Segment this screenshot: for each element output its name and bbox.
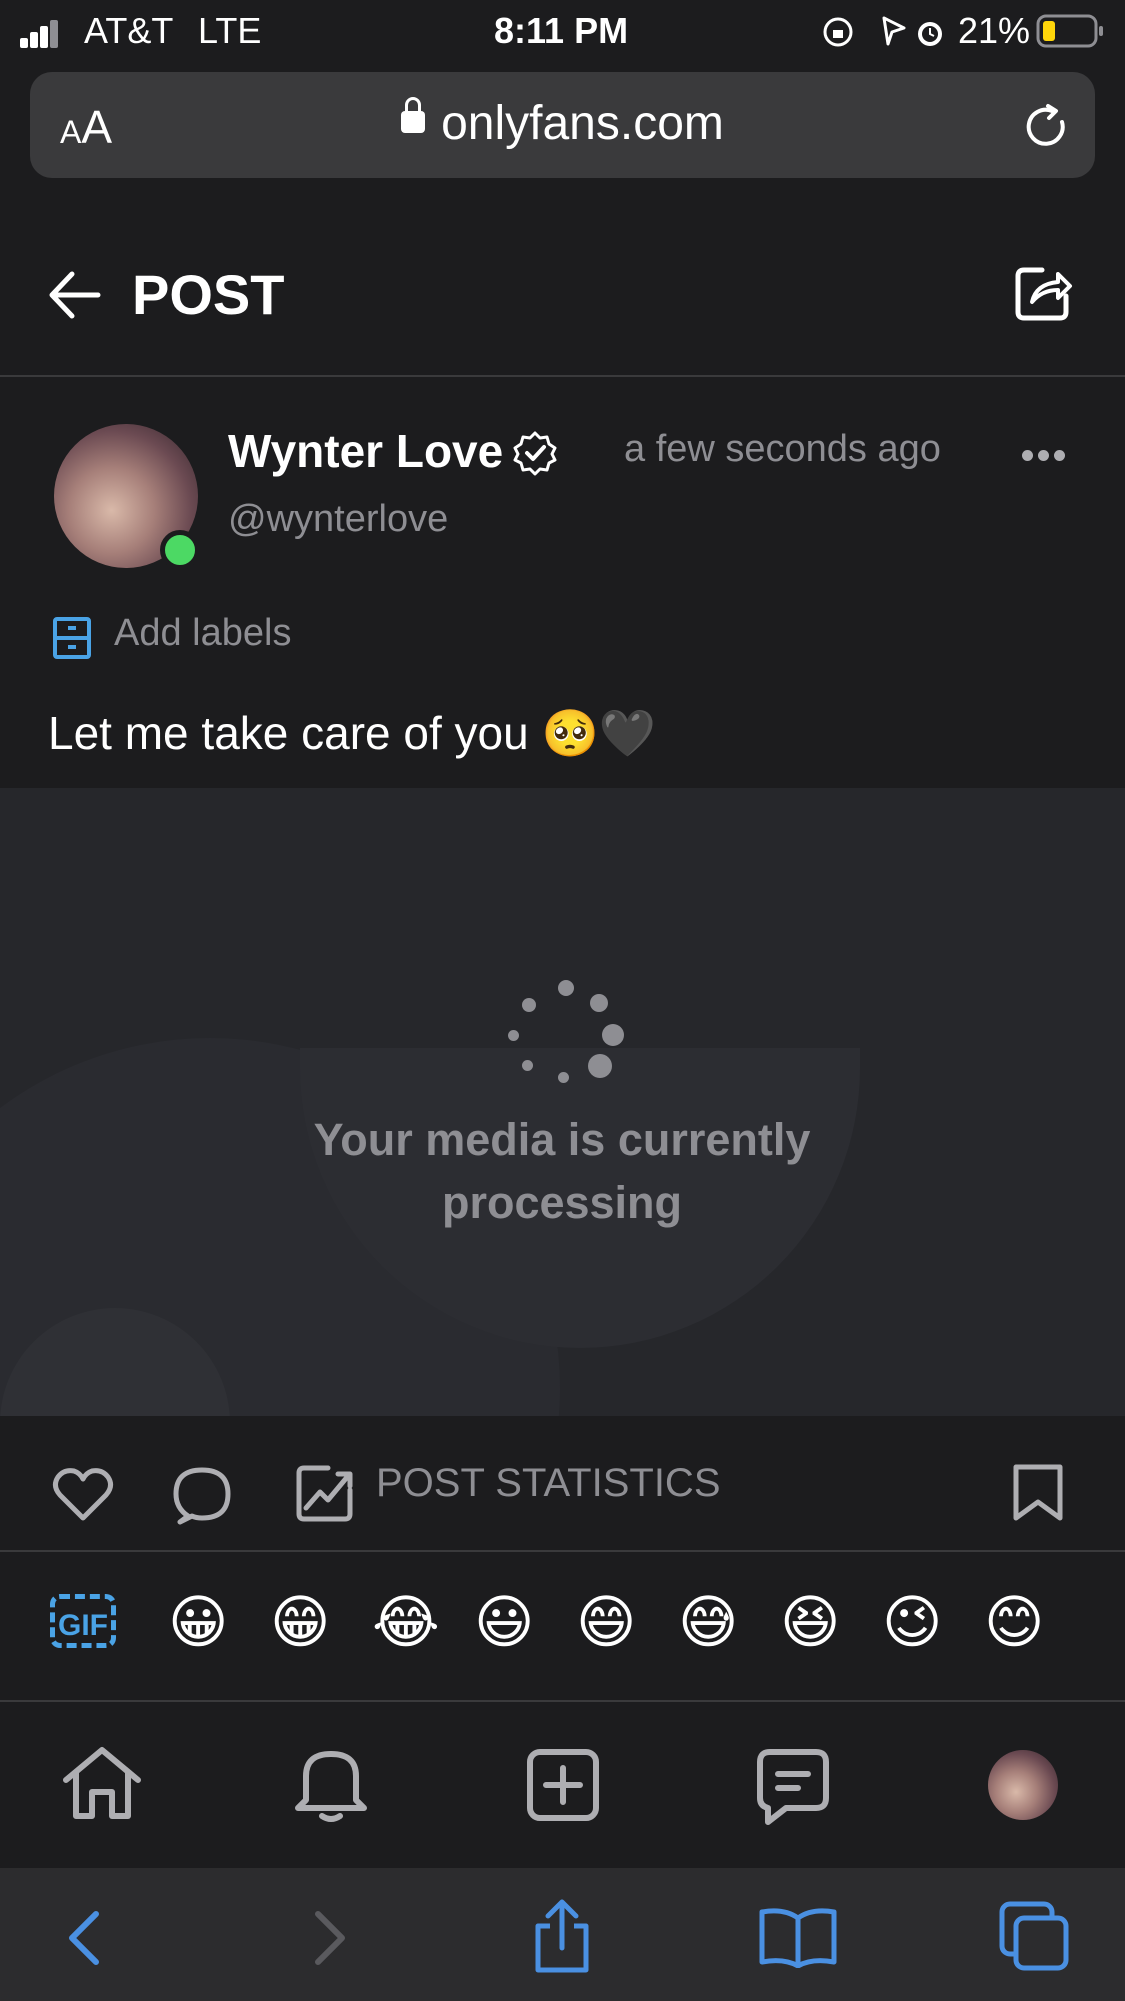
emoji-button[interactable]: 😄 xyxy=(576,1588,636,1656)
comment-icon[interactable] xyxy=(172,1464,232,1526)
add-labels-button[interactable]: Add labels xyxy=(114,612,291,655)
url-text: onlyfans.com xyxy=(441,97,724,150)
messages-icon[interactable] xyxy=(756,1748,830,1828)
notifications-bell-icon[interactable] xyxy=(292,1742,370,1824)
emoji-button[interactable]: 😀 xyxy=(168,1588,228,1656)
browser-toolbar xyxy=(0,1868,1125,2001)
battery-icon xyxy=(1036,14,1103,48)
like-heart-icon[interactable] xyxy=(52,1466,114,1522)
label-icon[interactable] xyxy=(52,616,92,660)
browser-back-icon[interactable] xyxy=(64,1908,104,1968)
status-bar: AT&T LTE 8:11 PM 21% xyxy=(0,0,1125,62)
battery-percent: 21% xyxy=(958,10,1031,51)
online-status-dot xyxy=(160,530,200,570)
emoji-button[interactable]: 😊 xyxy=(984,1588,1044,1656)
status-icons xyxy=(823,16,942,47)
address-bar[interactable]: AA onlyfans.com xyxy=(30,72,1095,178)
verified-badge-icon xyxy=(513,431,557,476)
profile-avatar[interactable] xyxy=(988,1750,1058,1820)
tabs-icon[interactable] xyxy=(998,1900,1070,1972)
quick-emoji-bar: GIF 😀 😁 😂 😃 😄 😅 😆 😉 😊 xyxy=(0,1552,1125,1702)
post-caption: Let me take care of you 🥺🖤 xyxy=(48,707,657,759)
page-header: POST xyxy=(0,210,1125,377)
add-post-icon[interactable] xyxy=(526,1748,600,1822)
url-display[interactable]: onlyfans.com xyxy=(30,96,1095,151)
page-title: POST xyxy=(132,263,285,326)
home-icon[interactable] xyxy=(60,1744,144,1822)
statistics-icon[interactable] xyxy=(294,1462,356,1524)
bottom-navigation xyxy=(0,1702,1125,1868)
post-timestamp: a few seconds ago xyxy=(624,428,941,470)
carrier-label: AT&T xyxy=(84,10,174,51)
author-handle[interactable]: @wynterlove xyxy=(228,498,448,541)
emoji-button[interactable]: 😅 xyxy=(678,1588,738,1656)
browser-forward-icon xyxy=(315,1911,345,1965)
bookmarks-book-icon[interactable] xyxy=(758,1906,838,1968)
signal-icon xyxy=(20,18,60,48)
gif-button[interactable]: GIF xyxy=(50,1594,116,1648)
browser-share-icon[interactable] xyxy=(528,1896,596,1976)
post-statistics-button[interactable]: POST STATISTICS xyxy=(376,1461,721,1506)
more-options-icon[interactable] xyxy=(1022,448,1070,466)
emoji-button[interactable]: 😁 xyxy=(270,1588,330,1656)
emoji-button[interactable]: 😆 xyxy=(780,1588,840,1656)
emoji-button[interactable]: 😃 xyxy=(474,1588,534,1656)
emoji-button[interactable]: 😂 xyxy=(372,1588,440,1656)
lock-icon xyxy=(401,97,426,134)
reload-icon[interactable] xyxy=(1022,102,1072,152)
back-arrow-icon[interactable] xyxy=(46,268,104,322)
author-name[interactable]: Wynter Love xyxy=(228,424,503,478)
post-actions-bar: POST STATISTICS xyxy=(0,1416,1125,1552)
network-label: LTE xyxy=(198,10,262,51)
share-icon[interactable] xyxy=(1012,262,1074,324)
processing-message: Your media is currently processing xyxy=(313,1114,811,1228)
bookmark-icon[interactable] xyxy=(1010,1462,1066,1524)
media-placeholder: Your media is currently processing xyxy=(0,788,1125,1416)
loading-spinner-icon xyxy=(500,980,630,1090)
clock: 8:11 PM xyxy=(494,10,629,51)
emoji-button[interactable]: 😉 xyxy=(882,1588,942,1656)
